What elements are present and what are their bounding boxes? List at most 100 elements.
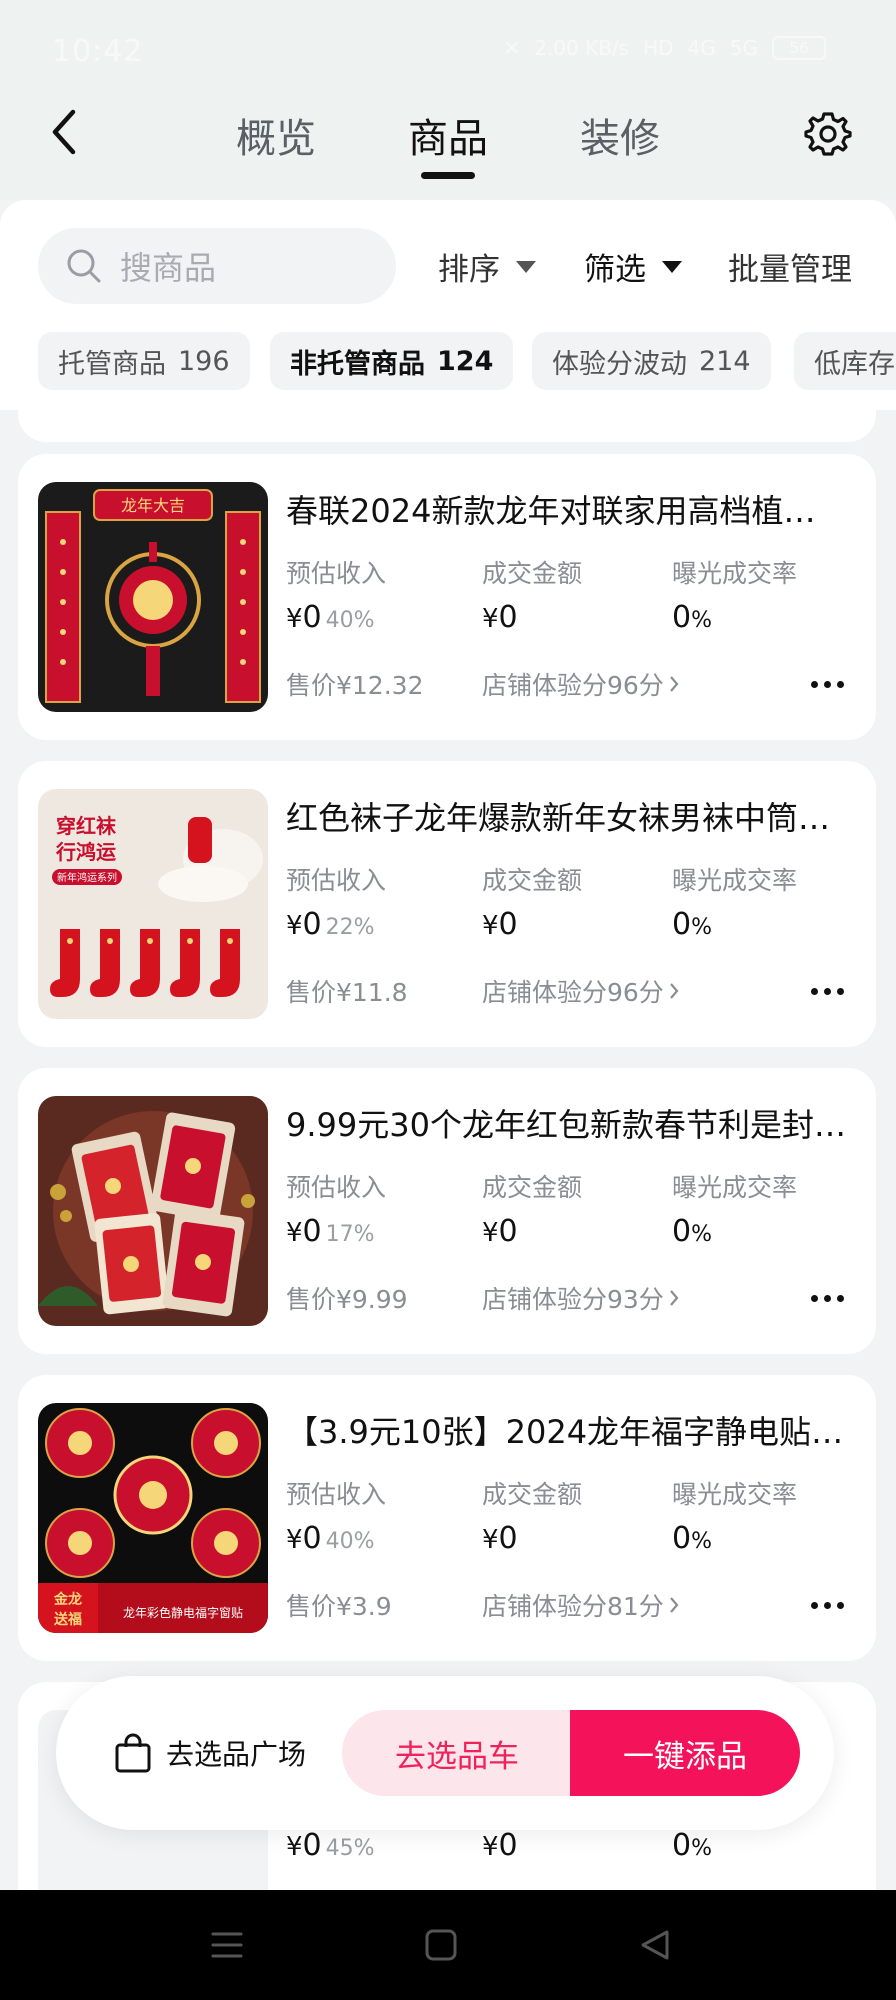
chevron-right-icon: [669, 983, 679, 999]
tab-decoration[interactable]: 装修: [580, 106, 660, 164]
filter-chips: 托管商品 196 非托管商品 124 体验分波动 214 低库存: [38, 332, 896, 390]
product-price: 售价¥3.9: [286, 1592, 392, 1621]
currency-symbol: ¥: [286, 1218, 303, 1248]
income-label: 预估收入: [286, 559, 387, 588]
percent-unit: %: [691, 1836, 712, 1861]
conversion-label: 曝光成交率: [672, 866, 798, 895]
currency-symbol: ¥: [286, 1525, 303, 1555]
sort-button[interactable]: 排序: [438, 244, 536, 289]
chip-low-stock[interactable]: 低库存: [794, 332, 896, 390]
nav-row: 概览 商品 装修: [0, 92, 896, 182]
more-icon[interactable]: [802, 973, 852, 1009]
chip-label: 非托管商品: [290, 348, 425, 380]
filter-label: 筛选: [584, 252, 646, 288]
status-icons: ✕ 2.00 KB/s HD 4G 5G 56: [503, 36, 826, 60]
gmv-amount: 0: [498, 1214, 518, 1249]
chevron-right-icon: [669, 1597, 679, 1613]
window-stickers-image[interactable]: 金龙 送福 龙年彩色静电福字窗贴: [38, 1403, 268, 1633]
caret-down-icon: [662, 260, 682, 273]
back-button[interactable]: [36, 104, 92, 160]
header: 10:42 ✕ 2.00 KB/s HD 4G 5G 56 概览 商品 装修: [0, 0, 896, 200]
chip-unmanaged[interactable]: 非托管商品 124: [270, 332, 514, 390]
chip-label: 托管商品: [58, 348, 166, 380]
product-title: 春联2024新款龙年对联家用高档植绒春联大门对联新年装饰: [286, 492, 846, 530]
conversion-amount: 0: [672, 600, 692, 635]
gmv-label: 成交金额: [482, 1480, 583, 1509]
market-label: 去选品广场: [166, 1738, 307, 1771]
home-icon[interactable]: [414, 1918, 468, 1972]
store-score-link[interactable]: 店铺体验分93分: [482, 1280, 680, 1316]
chip-score-change[interactable]: 体验分波动 214: [532, 332, 771, 390]
more-icon[interactable]: [802, 1587, 852, 1623]
currency-symbol: ¥: [286, 604, 303, 634]
product-card[interactable]: 9.99元30个龙年红包新款春节利是封卡通红包袋 预估收入 成交金额 曝光成交率…: [18, 1068, 876, 1354]
tab-overview[interactable]: 概览: [236, 106, 316, 164]
product-card[interactable]: 金龙 送福 龙年彩色静电福字窗贴 【3.9元10张】2024龙年福字静电贴窗花新…: [18, 1375, 876, 1661]
income-rate: 40%: [325, 1529, 375, 1554]
income-rate: 22%: [325, 915, 375, 940]
income-rate: 17%: [325, 1222, 375, 1247]
income-amount: 0: [302, 600, 322, 635]
product-title: 【3.9元10张】2024龙年福字静电贴窗花新年装饰: [286, 1413, 846, 1451]
battery-level: 56: [789, 39, 809, 57]
red-socks-image[interactable]: 穿红袜 行鸿运 新年鸿运系列: [38, 789, 268, 1019]
gmv-amount: 0: [498, 1521, 518, 1556]
chevron-right-icon: [669, 1290, 679, 1306]
income-value: ¥0 40%: [286, 1521, 375, 1556]
filter-button[interactable]: 筛选: [584, 244, 682, 289]
income-rate: 45%: [325, 1836, 375, 1861]
percent-unit: %: [691, 1222, 712, 1247]
sort-label: 排序: [438, 252, 500, 288]
conversion-value: 0%: [672, 1521, 712, 1556]
currency-symbol: ¥: [286, 911, 303, 941]
stickers-caption: 龙年彩色静电福字窗贴: [123, 1605, 243, 1620]
product-card[interactable]: 龙年大吉 春联2024新款龙年对联家用高档植绒春联大门对联新年装饰 预估收入 成…: [18, 454, 876, 740]
go-market-button[interactable]: 去选品广场: [114, 1676, 306, 1830]
conversion-value: 0%: [672, 600, 712, 635]
search-icon: [67, 249, 101, 283]
search-input[interactable]: 搜商品: [38, 228, 396, 304]
stickers-tag2: 送福: [53, 1611, 82, 1628]
product-title: 红色袜子龙年爆款新年女袜男袜中筒袜本命年红袜: [286, 799, 846, 837]
status-time: 10:42: [52, 34, 144, 69]
back-triangle-icon[interactable]: [628, 1918, 682, 1972]
chevron-left-icon: [52, 109, 76, 155]
couplets-image[interactable]: 龙年大吉: [38, 482, 268, 712]
store-score-link[interactable]: 店铺体验分96分: [482, 666, 680, 702]
caret-down-icon: [516, 260, 536, 273]
settings-button[interactable]: [800, 106, 856, 162]
socks-tag: 新年鸿运系列: [57, 871, 117, 884]
product-card[interactable]: 穿红袜 行鸿运 新年鸿运系列 红色袜子龙年爆款新年女袜男袜中筒袜本命年红袜 预估…: [18, 761, 876, 1047]
chip-managed[interactable]: 托管商品 196: [38, 332, 250, 390]
conversion-label: 曝光成交率: [672, 559, 798, 588]
batch-manage-button[interactable]: 批量管理: [728, 244, 852, 289]
income-value: ¥0 17%: [286, 1214, 375, 1249]
income-amount: 0: [302, 907, 322, 942]
socks-line2: 行鸿运: [55, 840, 116, 864]
menu-icon[interactable]: [200, 1918, 254, 1972]
percent-unit: %: [691, 915, 712, 940]
battery-icon: 56: [772, 36, 826, 60]
go-cart-button[interactable]: 去选品车: [342, 1710, 572, 1796]
net-speed: 2.00 KB/s: [534, 36, 630, 60]
more-icon[interactable]: [802, 666, 852, 702]
conversion-amount: 0: [672, 1521, 692, 1556]
conversion-amount: 0: [672, 907, 692, 942]
gmv-value: ¥0: [482, 1214, 518, 1249]
income-amount: 0: [302, 1214, 322, 1249]
active-tab-indicator: [421, 172, 475, 179]
hd-badge: HD: [643, 36, 674, 60]
status-bar: 10:42 ✕ 2.00 KB/s HD 4G 5G 56: [0, 0, 896, 100]
more-icon[interactable]: [802, 1280, 852, 1316]
store-score-link[interactable]: 店铺体验分96分: [482, 973, 680, 1009]
gmv-amount: 0: [498, 907, 518, 942]
gmv-label: 成交金额: [482, 1173, 583, 1202]
store-score-link[interactable]: 店铺体验分81分: [482, 1587, 680, 1623]
red-envelopes-image[interactable]: [38, 1096, 268, 1326]
tab-products[interactable]: 商品: [408, 106, 488, 164]
product-price: 售价¥11.8: [286, 978, 408, 1007]
chevron-right-icon: [669, 676, 679, 692]
store-score: 店铺体验分81分: [482, 1592, 664, 1621]
one-click-add-button[interactable]: 一键添品: [570, 1710, 800, 1796]
income-label: 预估收入: [286, 1173, 387, 1202]
